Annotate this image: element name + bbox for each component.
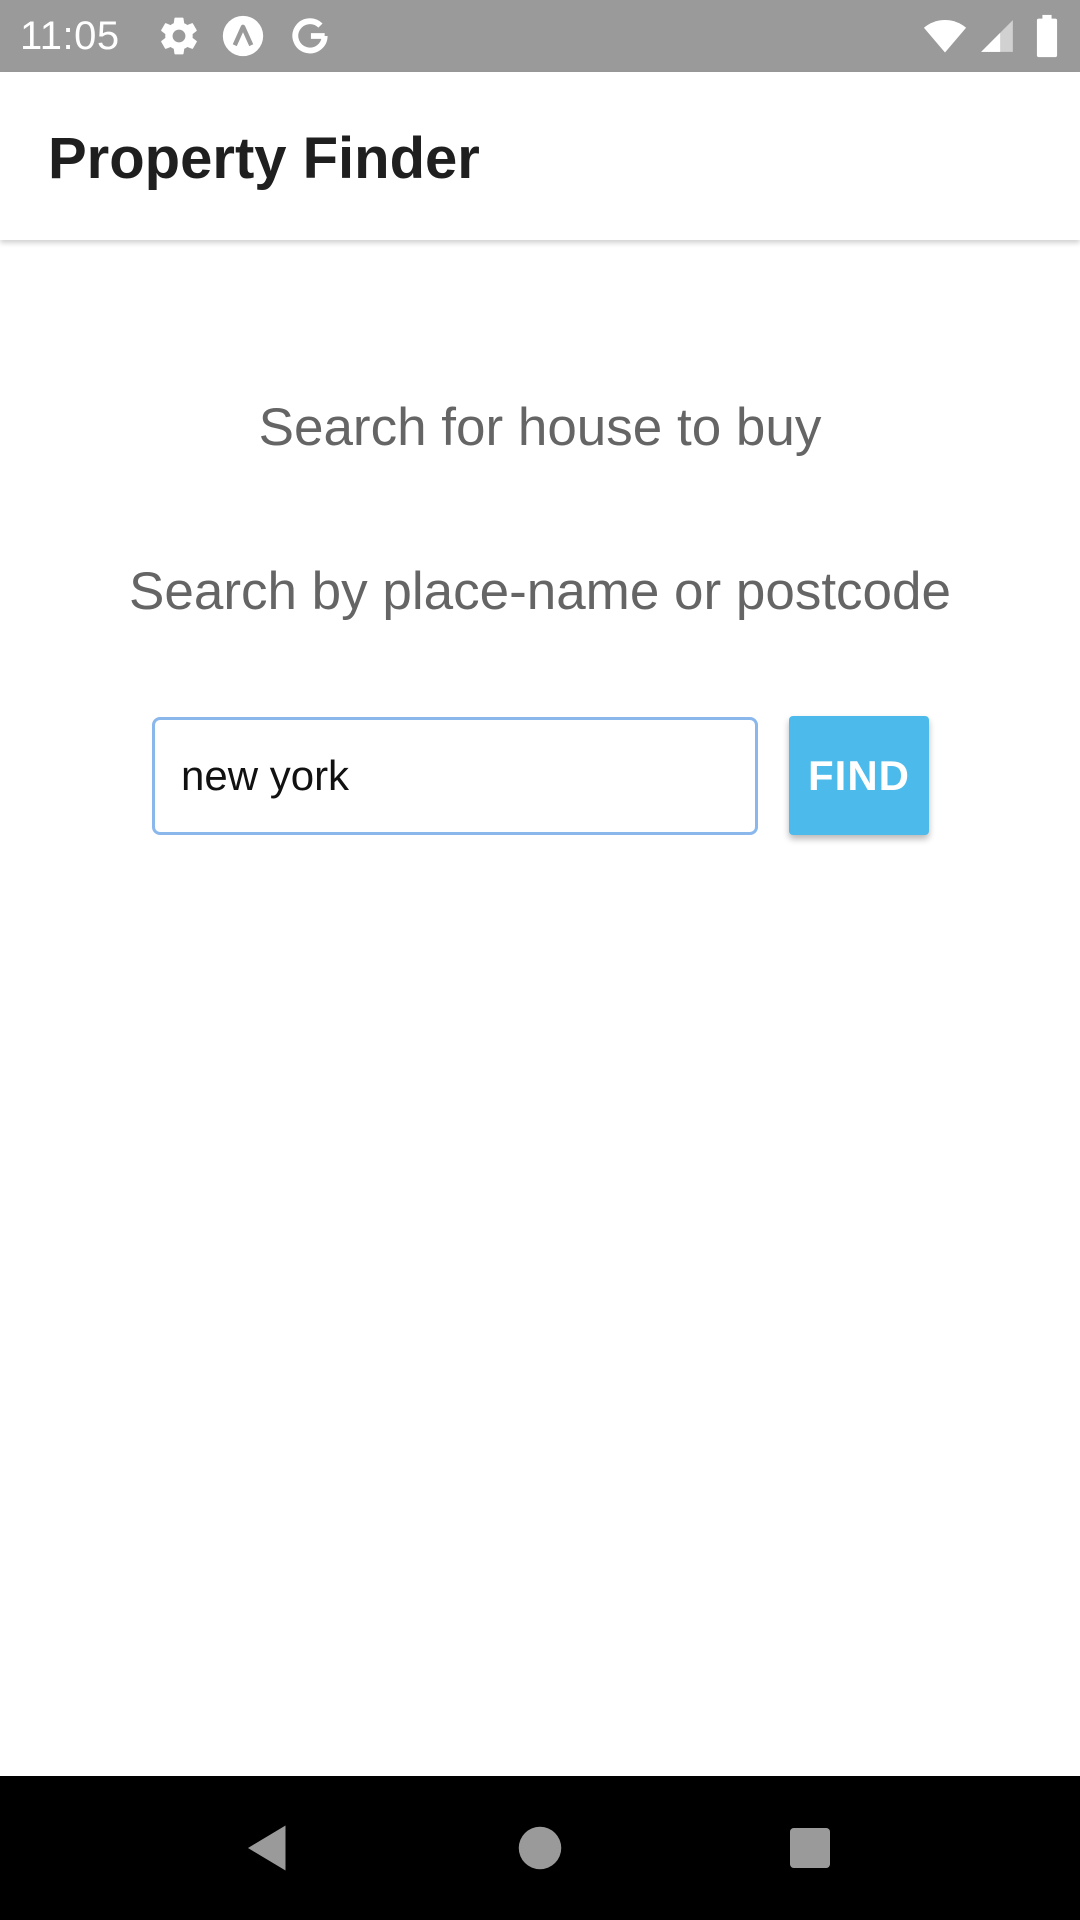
navigation-bar (0, 1776, 1080, 1920)
main-content: Search for house to buy Search by place-… (0, 240, 1080, 1776)
wifi-icon (920, 14, 970, 58)
status-bar: 11:05 (0, 0, 1080, 72)
status-time: 11:05 (20, 14, 120, 58)
cell-signal-icon (978, 14, 1016, 58)
google-g-icon (288, 14, 332, 58)
home-icon[interactable] (510, 1818, 570, 1878)
app-a-icon (221, 14, 265, 58)
search-instructions: Search by place-name or postcode (129, 562, 951, 621)
page-title: Property Finder (48, 126, 480, 191)
screen: 11:05 Property Finder Search for house t… (0, 0, 1080, 1920)
search-input[interactable] (152, 717, 758, 835)
gear-icon (157, 14, 201, 58)
find-button[interactable]: FIND (789, 716, 929, 835)
recents-icon[interactable] (780, 1818, 840, 1878)
search-heading: Search for house to buy (258, 398, 822, 457)
back-icon[interactable] (238, 1818, 298, 1878)
battery-icon (1034, 14, 1060, 58)
app-bar: Property Finder (0, 72, 1080, 240)
